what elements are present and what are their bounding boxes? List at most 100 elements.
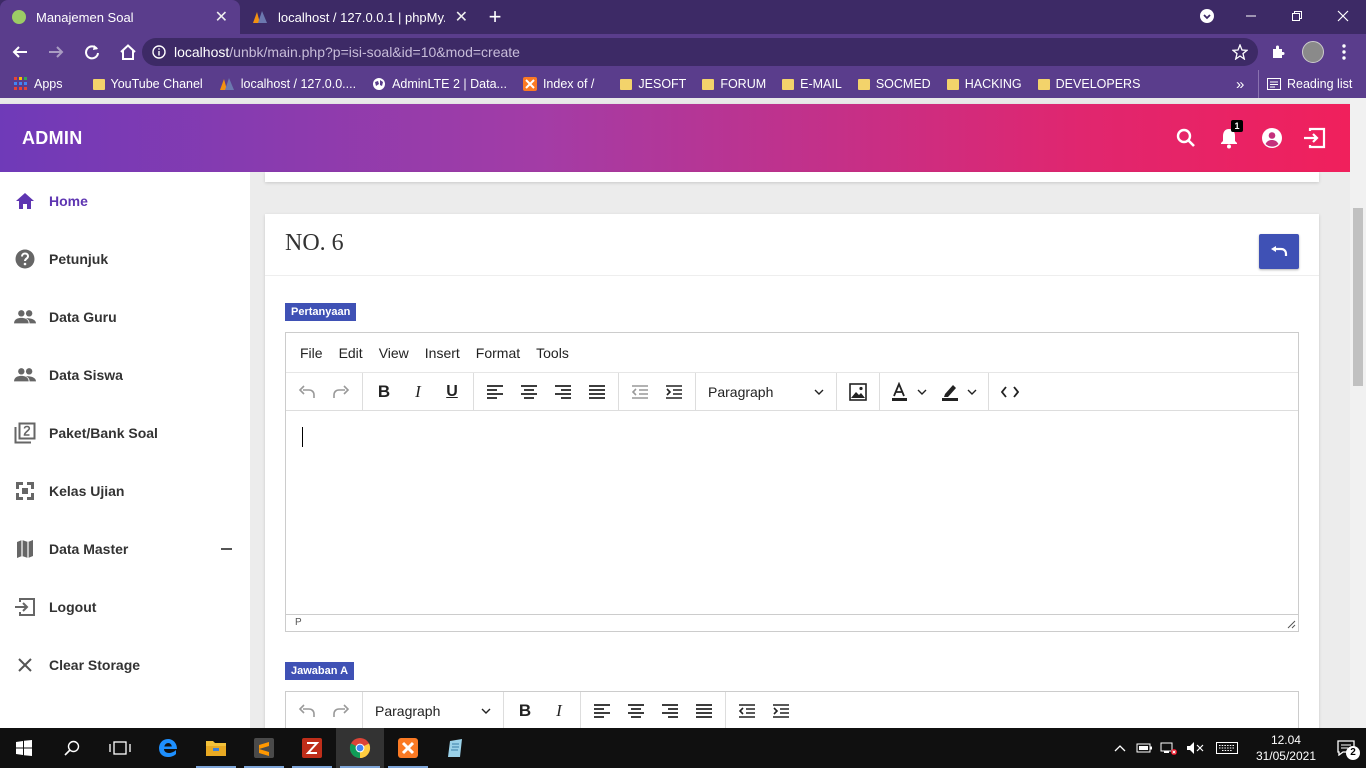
bookmark-forum[interactable]: FORUM [694, 70, 774, 98]
profile-avatar[interactable] [1302, 41, 1324, 63]
sidebar-item-home[interactable]: Home [0, 172, 250, 230]
tab-search-icon[interactable] [1184, 0, 1230, 32]
scrollbar-thumb[interactable] [1353, 208, 1363, 386]
task-view-icon[interactable] [96, 728, 144, 768]
tab-phpmyadmin[interactable]: localhost / 127.0.0.1 | phpMyAdmin ✕ [240, 0, 480, 34]
menu-edit[interactable]: Edit [331, 345, 371, 361]
reading-list-button[interactable]: Reading list [1258, 70, 1360, 98]
align-center-icon[interactable] [512, 377, 546, 407]
insert-image-icon[interactable] [841, 377, 875, 407]
bookmark-apps[interactable]: Apps [0, 70, 71, 98]
source-code-icon[interactable] [993, 377, 1027, 407]
bookmark-star-icon[interactable] [1232, 44, 1248, 60]
battery-icon[interactable] [1132, 742, 1156, 754]
notepad-app-icon[interactable] [432, 728, 480, 768]
undo-icon[interactable] [290, 696, 324, 726]
bold-icon[interactable]: B [367, 377, 401, 407]
sidebar-item-data-master[interactable]: Data Master [0, 520, 250, 578]
align-left-icon[interactable] [585, 696, 619, 726]
bookmark-developers[interactable]: DEVELOPERS [1030, 70, 1149, 98]
block-format-select[interactable]: Paragraph [700, 377, 832, 407]
bookmark-email[interactable]: E-MAIL [774, 70, 850, 98]
volume-muted-icon[interactable] [1182, 741, 1208, 755]
menu-tools[interactable]: Tools [528, 345, 577, 361]
align-justify-icon[interactable] [687, 696, 721, 726]
chrome-menu-icon[interactable] [1342, 44, 1346, 60]
taskbar-search-icon[interactable] [48, 728, 96, 768]
sidebar-item-paket-bank-soal[interactable]: Paket/Bank Soal [0, 404, 250, 462]
align-right-icon[interactable] [653, 696, 687, 726]
notifications-icon[interactable]: 1 [1215, 120, 1243, 152]
sidebar-item-data-siswa[interactable]: Data Siswa [0, 346, 250, 404]
more-bookmarks-button[interactable]: » [1228, 70, 1252, 98]
close-window-icon[interactable] [1320, 0, 1366, 32]
bookmark-adminlte[interactable]: AdminLTE 2 | Data... [364, 70, 515, 98]
outdent-icon[interactable] [623, 377, 657, 407]
bold-icon[interactable]: B [508, 696, 542, 726]
text-color-icon[interactable] [884, 377, 934, 407]
indent-icon[interactable] [764, 696, 798, 726]
network-icon[interactable] [1156, 741, 1182, 755]
menu-view[interactable]: View [371, 345, 417, 361]
url-bar[interactable]: localhost/unbk/main.php?p=isi-soal&id=10… [142, 38, 1258, 66]
align-justify-icon[interactable] [580, 377, 614, 407]
outdent-icon[interactable] [730, 696, 764, 726]
sidebar-item-logout[interactable]: Logout [0, 578, 250, 636]
back-button[interactable] [1259, 234, 1299, 269]
edge-icon[interactable] [144, 728, 192, 768]
resize-handle-icon[interactable] [1287, 620, 1296, 629]
bookmark-index-of[interactable]: Index of / [515, 70, 602, 98]
site-info-icon[interactable] [152, 45, 166, 59]
sidebar-item-clear-storage[interactable]: Clear Storage [0, 636, 250, 694]
file-explorer-icon[interactable] [192, 728, 240, 768]
redo-icon[interactable] [324, 377, 358, 407]
underline-icon[interactable]: U [435, 377, 469, 407]
italic-icon[interactable]: I [401, 377, 435, 407]
bookmark-hacking[interactable]: HACKING [939, 70, 1030, 98]
restore-icon[interactable] [1274, 0, 1320, 32]
forward-icon[interactable] [40, 36, 72, 68]
menu-format[interactable]: Format [468, 345, 528, 361]
undo-icon[interactable] [290, 377, 324, 407]
action-center-icon[interactable]: 2 [1326, 728, 1366, 768]
bookmark-socmed[interactable]: SOCMED [850, 70, 939, 98]
page-scrollbar[interactable] [1350, 98, 1366, 728]
menu-file[interactable]: File [292, 345, 331, 361]
sidebar-item-petunjuk[interactable]: Petunjuk [0, 230, 250, 288]
highlight-color-icon[interactable] [934, 377, 984, 407]
sublime-text-icon[interactable] [240, 728, 288, 768]
start-button[interactable] [0, 728, 48, 768]
xampp-taskbar-icon[interactable] [384, 728, 432, 768]
redo-icon[interactable] [324, 696, 358, 726]
show-hidden-icons[interactable] [1108, 744, 1132, 752]
close-tab-icon[interactable]: ✕ [215, 7, 228, 27]
tab-manajemen-soal[interactable]: Manajemen Soal ✕ [0, 0, 240, 34]
minimize-icon[interactable] [1228, 0, 1274, 32]
bookmark-phpmyadmin[interactable]: localhost / 127.0.0.... [211, 70, 364, 98]
exit-icon[interactable] [1300, 124, 1328, 152]
align-center-icon[interactable] [619, 696, 653, 726]
indent-icon[interactable] [657, 377, 691, 407]
reload-icon[interactable] [76, 36, 108, 68]
italic-icon[interactable]: I [542, 696, 576, 726]
bookmark-youtube-chanel[interactable]: YouTube Chanel [85, 70, 211, 98]
sidebar-item-kelas-ujian[interactable]: Kelas Ujian [0, 462, 250, 520]
align-left-icon[interactable] [478, 377, 512, 407]
filezilla-icon[interactable] [288, 728, 336, 768]
search-icon[interactable] [1172, 124, 1200, 152]
align-right-icon[interactable] [546, 377, 580, 407]
keyboard-icon[interactable] [1208, 742, 1246, 754]
sidebar-item-data-guru[interactable]: Data Guru [0, 288, 250, 346]
home-browser-icon[interactable] [112, 36, 144, 68]
back-icon[interactable] [4, 36, 36, 68]
menu-insert[interactable]: Insert [417, 345, 468, 361]
account-circle-icon[interactable] [1258, 124, 1286, 152]
taskbar-clock[interactable]: 12.04 31/05/2021 [1246, 732, 1326, 764]
question-editor-content[interactable] [286, 411, 1298, 614]
block-format-select[interactable]: Paragraph [367, 696, 499, 726]
bookmark-jesoft[interactable]: JESOFT [612, 70, 694, 98]
close-tab-icon[interactable]: ✕ [455, 7, 468, 27]
chrome-icon[interactable] [336, 728, 384, 768]
collapse-icon[interactable] [221, 548, 232, 550]
extensions-icon[interactable] [1270, 44, 1286, 60]
